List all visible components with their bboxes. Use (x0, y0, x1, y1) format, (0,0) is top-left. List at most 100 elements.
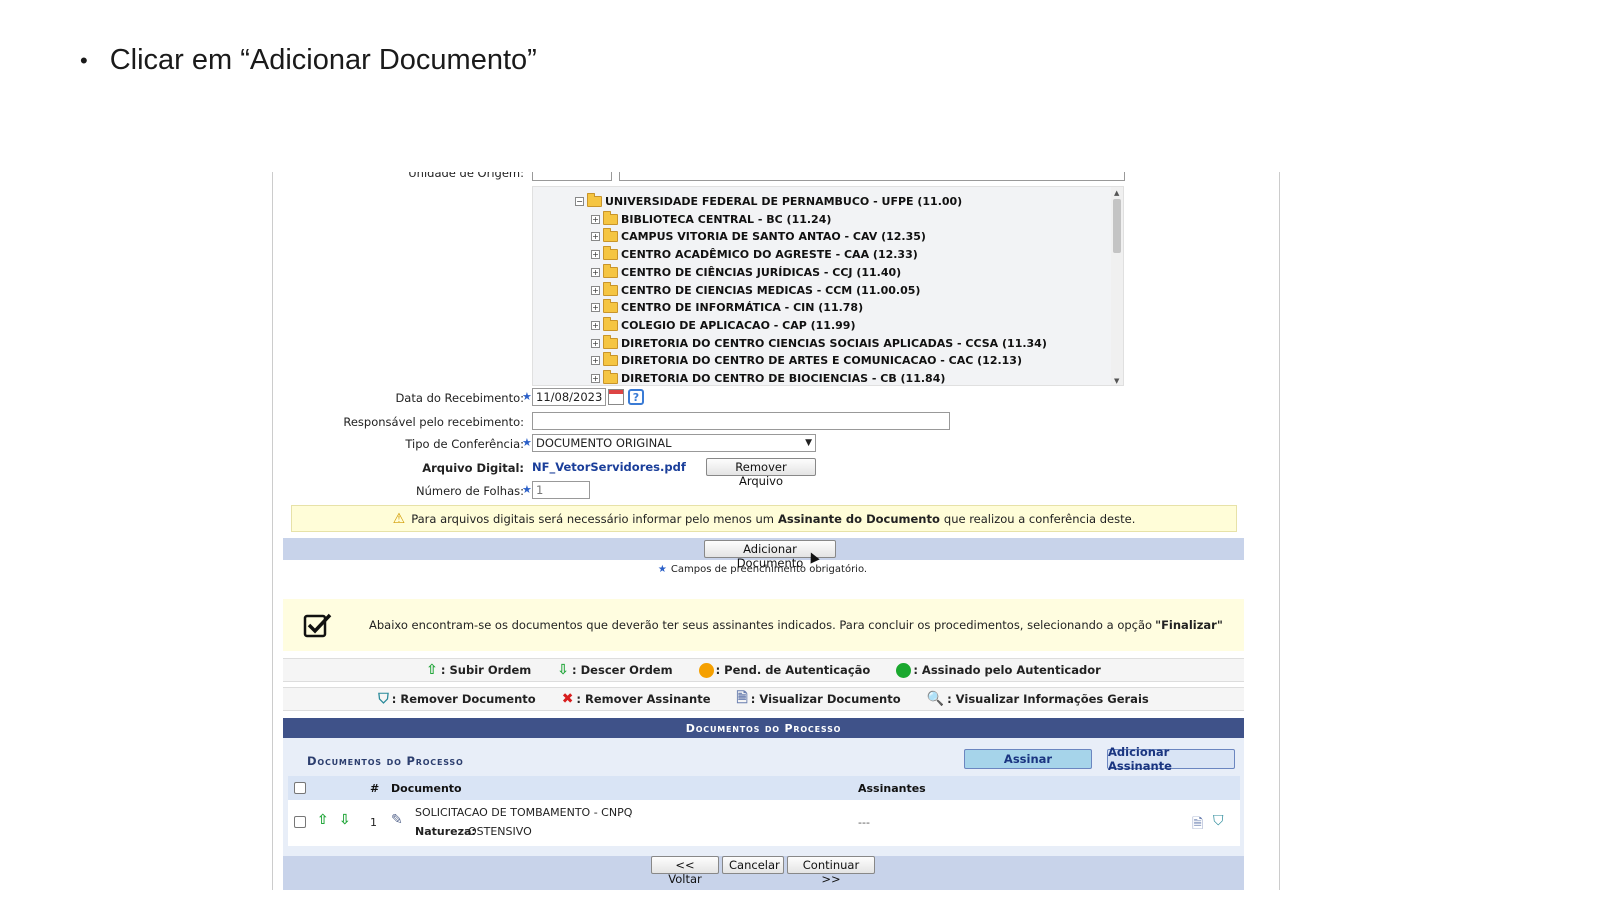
col-assinantes: Assinantes (858, 781, 926, 795)
expand-icon[interactable]: + (591, 250, 600, 260)
documents-header: Documentos do Processo (283, 718, 1244, 738)
folder-icon (603, 316, 618, 331)
unidade-origem-row: Unidade de Origem: (282, 172, 1270, 183)
legend-visualizar-doc: 🗎 : Visualizar Documento (737, 687, 901, 711)
calendar-icon[interactable] (608, 389, 624, 405)
legend-visualizar-info-text: : Visualizar Informações Gerais (947, 692, 1149, 706)
folder-icon (603, 370, 618, 384)
screenshot-frame: Unidade de Origem: − UNIVERSIDADE FEDERAL… (272, 172, 1280, 890)
legend-assinado-text: : Assinado pelo Autenticador (913, 663, 1101, 677)
folder-icon (603, 210, 618, 225)
tree-node-label: DIRETORIA DO CENTRO DE ARTES E COMUNICAC… (621, 354, 1022, 368)
data-recebimento-label: Data do Recebimento: (395, 391, 524, 405)
info-text-bold: "Finalizar" (1155, 618, 1223, 632)
documents-table: # Documento Assinantes ⇧ ⇩ 1 ✎ SOLICITAC… (288, 776, 1240, 846)
expand-icon[interactable]: + (591, 285, 600, 295)
remove-document-icon[interactable]: ⛉ (1213, 813, 1224, 829)
tree-node[interactable]: + DIRETORIA DO CENTRO CIENCIAS SOCIAIS AP… (591, 334, 1047, 352)
arrow-up-icon[interactable]: ⇧ (317, 812, 329, 828)
expand-icon[interactable]: + (591, 374, 600, 383)
expand-icon[interactable]: + (591, 267, 600, 277)
responsavel-label: Responsável pelo recebimento: (343, 415, 524, 429)
scroll-down-icon[interactable]: ▼ (1114, 377, 1119, 385)
legend-pend: : Pend. de Autenticação (698, 662, 871, 678)
expand-icon[interactable]: + (591, 232, 600, 242)
required-star-icon: ★ (657, 564, 667, 575)
tree-node[interactable]: + CENTRO ACADÊMICO DO AGRESTE - CAA (12.3… (591, 246, 918, 263)
info-box: Abaixo encontram-se os documentos que de… (283, 599, 1244, 651)
folder-icon (603, 299, 618, 314)
row-natureza-label: Natureza: (415, 825, 476, 838)
folder-icon (603, 334, 618, 349)
scroll-up-icon[interactable]: ▲ (1114, 189, 1119, 197)
tree-node[interactable]: − UNIVERSIDADE FEDERAL DE PERNAMBUCO - UF… (575, 193, 962, 210)
legend-remover-ass-text: : Remover Assinante (576, 692, 711, 706)
slide-bullet-text: Clicar em “Adicionar Documento” (109, 44, 537, 76)
tree-node-label: CAMPUS VITORIA DE SANTO ANTAO - CAV (12.… (621, 230, 926, 244)
tree-scrollbar[interactable]: ▲ ▼ (1111, 187, 1123, 385)
arquivo-digital-row: Arquivo Digital: NF_VetorServidores.pdf … (282, 458, 1270, 488)
assinar-button[interactable]: Assinar (964, 749, 1092, 769)
arrow-down-icon[interactable]: ⇩ (339, 812, 351, 828)
num-folhas-input[interactable]: 1 (532, 481, 590, 499)
documents-subtitle: Documentos do Processo (307, 754, 464, 768)
document-icon[interactable]: 🗎 (1192, 813, 1203, 837)
tree-node-label: DIRETORIA DO CENTRO DE BIOCIENCIAS - CB … (621, 372, 946, 385)
legend-visualizar-doc-text: : Visualizar Documento (750, 692, 901, 706)
responsavel-input[interactable] (532, 412, 950, 430)
unidade-code-input[interactable] (532, 172, 612, 181)
responsavel-row: Responsável pelo recebimento: (282, 412, 1270, 432)
required-star-icon: ★ (522, 390, 532, 403)
continuar-button[interactable]: Continuar >> (787, 856, 875, 886)
legend-pend-text: : Pend. de Autenticação (715, 663, 871, 677)
tree-node[interactable]: + CENTRO DE CIENCIAS MEDICAS - CCM (11.00… (591, 281, 920, 299)
table-header: # Documento Assinantes (288, 776, 1240, 800)
arquivo-digital-link[interactable]: NF_VetorServidores.pdf (532, 460, 686, 474)
tipo-conferencia-select[interactable]: DOCUMENTO ORIGINAL ▼ (532, 434, 816, 452)
action-bar: Adicionar Documento (283, 538, 1244, 570)
form-area: Unidade de Origem: − UNIVERSIDADE FEDERAL… (282, 172, 1270, 890)
tree-node[interactable]: + DIRETORIA DO CENTRO DE BIOCIENCIAS - CB… (591, 370, 946, 385)
adicionar-assinante-button[interactable]: Adicionar Assinante (1107, 745, 1235, 773)
scroll-thumb[interactable] (1113, 199, 1121, 253)
chevron-down-icon: ▼ (805, 438, 812, 448)
warning-text-bold: Assinante do Documento (777, 511, 940, 526)
row-natureza-value: OSTENSIVO (468, 825, 532, 838)
folder-icon (603, 228, 618, 243)
voltar-button[interactable]: << Voltar (651, 856, 719, 886)
row-checkbox[interactable] (294, 816, 306, 828)
expand-icon[interactable]: + (591, 356, 600, 366)
help-icon[interactable]: ? (628, 389, 644, 405)
cancelar-button[interactable]: Cancelar (722, 856, 784, 874)
folder-icon (587, 193, 602, 207)
tree-node[interactable]: + DIRETORIA DO CENTRO DE ARTES E COMUNICA… (591, 352, 1022, 369)
legend-subir: ⇧ : Subir Ordem (426, 662, 531, 678)
tree-node[interactable]: + BIBLIOTECA CENTRAL - BC (11.24) (591, 210, 831, 228)
tree-node[interactable]: + CENTRO DE CIÊNCIAS JURÍDICAS - CCJ (11.… (591, 263, 901, 281)
expand-icon[interactable]: + (591, 320, 600, 330)
edit-document-icon[interactable]: ✎ (391, 812, 403, 828)
select-all-checkbox[interactable] (294, 782, 306, 794)
tree-node[interactable]: + CENTRO DE INFORMÁTICA - CIN (11.78) (591, 299, 863, 316)
expand-icon[interactable]: + (591, 214, 600, 224)
expand-icon[interactable]: + (591, 338, 600, 348)
remover-arquivo-button[interactable]: Remover Arquivo (706, 458, 816, 488)
tree-node[interactable]: + COLEGIO DE APLICACAO - CAP (11.99) (591, 316, 855, 334)
warning-text-pre: Para arquivos digitais será necessário i… (411, 511, 774, 526)
collapse-icon[interactable]: − (575, 197, 584, 206)
required-star-icon: ★ (522, 436, 532, 449)
legend-order: ⇧ : Subir Ordem ⇩ : Descer Ordem : Pend.… (283, 658, 1244, 682)
col-documento: Documento (391, 781, 462, 795)
row-num: 1 (370, 816, 377, 829)
data-recebimento-input[interactable]: 11/08/2023 (532, 388, 606, 406)
expand-icon[interactable]: + (591, 303, 600, 313)
data-recebimento-row: Data do Recebimento: ★ 11/08/2023 ? (282, 388, 1270, 408)
unidade-tree[interactable]: − UNIVERSIDADE FEDERAL DE PERNAMBUCO - UF… (532, 186, 1124, 386)
warning-text-post: que realizou a conferência deste. (943, 511, 1136, 526)
legend-subir-text: : Subir Ordem (440, 663, 532, 677)
num-folhas-label: Número de Folhas: (415, 484, 524, 498)
checkbox-check-icon (303, 612, 333, 638)
tree-node-label: CENTRO ACADÊMICO DO AGRESTE - CAA (12.33… (621, 248, 918, 262)
tree-node[interactable]: + CAMPUS VITORIA DE SANTO ANTAO - CAV (12… (591, 228, 926, 245)
unidade-name-input[interactable] (619, 172, 1125, 181)
